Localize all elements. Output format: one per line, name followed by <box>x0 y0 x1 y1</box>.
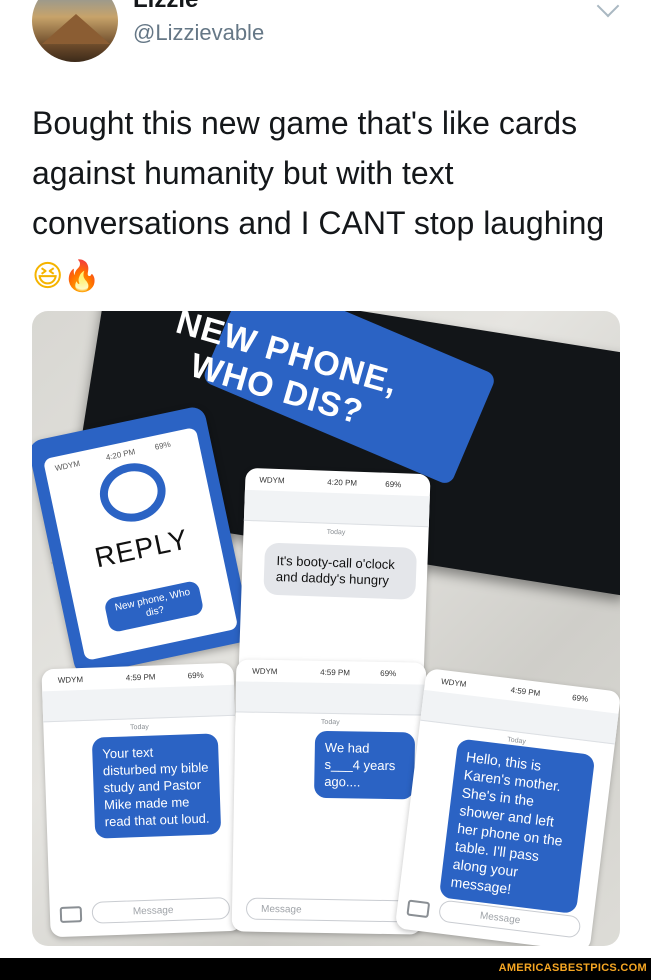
clock: 4:20 PM <box>327 477 358 488</box>
tweet-text: Bought this new game that's like cards a… <box>32 98 622 302</box>
carrier: WDYM <box>259 475 285 486</box>
display-name[interactable]: Lizzie <box>133 0 198 14</box>
clock: 4:59 PM <box>125 672 156 683</box>
watermark: AMERICASBESTPICS.COM <box>498 962 647 974</box>
laughing-emoji-icon: 😆 <box>32 259 64 294</box>
message-input: Message <box>245 897 411 923</box>
battery: 69% <box>187 670 204 681</box>
watermark-bar: AMERICASBESTPICS.COM <box>0 958 651 980</box>
day-label: Today <box>130 723 149 732</box>
carrier: WDYM <box>440 676 467 689</box>
battery: 69% <box>385 479 402 490</box>
message-input: Message <box>91 897 231 924</box>
message-card: WDYM 4:59 PM 69% Today Your text disturb… <box>41 662 243 938</box>
camera-icon <box>59 906 83 923</box>
message-bubble: Hello, this is Karen's mother. She's in … <box>438 738 596 915</box>
carrier: WDYM <box>252 666 278 677</box>
message-card: WDYM 4:59 PM 69% Today Hello, this is Ka… <box>394 668 620 946</box>
message-bubble: It's booty-call o'clock and daddy's hung… <box>263 542 418 600</box>
battery: 69% <box>571 693 589 704</box>
user-handle[interactable]: @Lizzievable <box>133 20 264 46</box>
chevron-down-icon[interactable] <box>596 0 620 18</box>
clock: 4:20 PM <box>105 447 137 463</box>
message-bubble: Your text disturbed my bible study and P… <box>91 733 222 839</box>
day-label: Today <box>326 528 346 537</box>
message-card: WDYM 4:59 PM 69% Today We had s___4 year… <box>231 659 427 935</box>
clock: 4:59 PM <box>320 667 351 678</box>
clock: 4:59 PM <box>510 685 541 699</box>
day-label: Today <box>320 718 340 727</box>
reply-word: REPLY <box>91 523 192 574</box>
carrier: WDYM <box>54 458 81 473</box>
message-card: WDYM 4:20 PM 69% Today It's booty-call o… <box>238 467 431 685</box>
carrier: WDYM <box>57 674 84 685</box>
tweet-photo[interactable]: NEW PHONE, WHO DIS? WDYM 4:20 PM 69% REP… <box>32 311 620 946</box>
reply-tag: New phone, Who dis? <box>103 579 205 634</box>
battery: 69% <box>380 668 397 679</box>
battery: 69% <box>153 439 172 452</box>
message-bubble: We had s___4 years ago.... <box>313 730 416 800</box>
avatar[interactable] <box>32 0 118 62</box>
fire-emoji-icon: 🔥 <box>63 259 101 294</box>
tweet-body: Bought this new game that's like cards a… <box>32 105 605 241</box>
camera-icon <box>406 899 431 919</box>
